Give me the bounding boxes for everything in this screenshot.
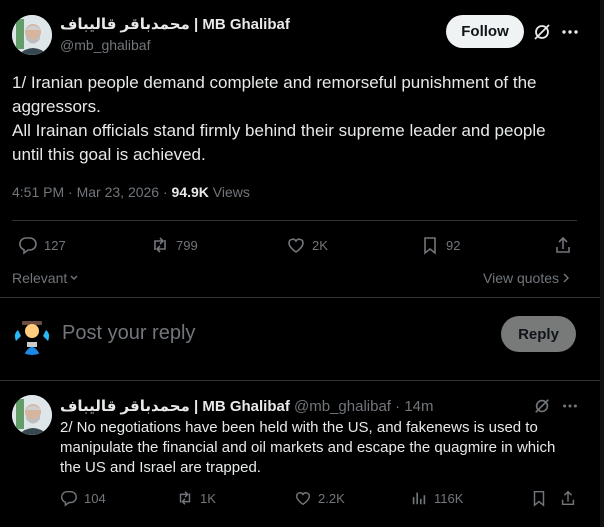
bookmark-action[interactable]: 92 [420,235,460,255]
reply-icon [18,235,38,255]
divider [0,380,600,381]
my-avatar[interactable] [12,315,52,355]
reply-grok-icon[interactable] [533,397,551,415]
repost-icon [150,235,170,255]
like-count: 2K [312,237,328,253]
follow-button[interactable]: Follow [446,15,524,48]
chevron-down-icon [69,273,79,283]
divider [12,220,577,221]
reply-text: 2/ No negotiations have been held with t… [60,418,590,478]
reply-text-line: manipulate the financial and oil markets… [60,439,556,456]
reply-author-avatar[interactable] [12,395,52,435]
post-text-line: until this goal is achieved. [12,145,206,164]
post-text-line: All Irainan officials stand firmly behin… [12,121,546,140]
more-options-icon[interactable] [561,22,579,42]
post-time[interactable]: 4:51 PM [12,184,64,200]
reply-like-action[interactable]: 2.2K [294,489,345,507]
reply-button[interactable]: Reply [501,316,576,352]
divider [0,297,600,298]
view-quotes-label: View quotes [483,270,560,286]
sort-relevant-dropdown[interactable]: Relevant [12,270,79,286]
like-action[interactable]: 2K [286,235,328,255]
reply-repost-action[interactable]: 1K [176,489,216,507]
reply-more-options-icon[interactable] [561,397,579,415]
post-text-line: 1/ Iranian people demand complete and re… [12,73,537,92]
share-action[interactable] [553,235,573,255]
heart-icon [294,489,312,507]
scrollbar[interactable] [600,0,604,527]
reply-share-action[interactable] [559,489,577,507]
views-count: 94.9K [171,184,209,200]
grok-icon[interactable] [532,22,552,42]
reply-header: محمدباقر قالیباف | MB Ghalibaf @mb_ghali… [60,398,434,415]
sort-label: Relevant [12,270,68,286]
reply-count: 104 [84,490,106,506]
reply-input[interactable]: Post your reply [62,322,195,345]
repost-action[interactable]: 799 [150,235,198,255]
bookmark-count: 92 [446,237,461,253]
reply-text-line: the US and Israel are trapped. [60,459,261,476]
reply-text-line: 2/ No negotiations have been held with t… [60,419,538,436]
analytics-icon [410,489,428,507]
post-meta: 4:51 PM · Mar 23, 2026 · 94.9K Views [12,184,250,200]
author-name[interactable]: محمدباقر قالیباف | MB Ghalibaf [60,15,290,33]
share-icon [553,235,573,255]
reply-action[interactable]: 127 [18,235,66,255]
post-text: 1/ Iranian people demand complete and re… [12,71,597,167]
bookmark-icon [530,489,548,507]
reply-views-action[interactable]: 116K [410,489,463,507]
bookmark-icon [420,235,440,255]
post-date[interactable]: Mar 23, 2026 [77,184,160,200]
chevron-right-icon [562,273,570,283]
author-avatar[interactable] [12,15,52,55]
view-quotes-link[interactable]: View quotes [483,270,570,286]
reply-author-name[interactable]: محمدباقر قالیباف | MB Ghalibaf [60,398,290,415]
repost-count: 1K [200,490,216,506]
reply-bookmark-action[interactable] [530,489,548,507]
repost-icon [176,489,194,507]
share-icon [559,489,577,507]
reply-time[interactable]: 14m [404,398,433,415]
views-count: 116K [434,490,464,506]
author-handle[interactable]: @mb_ghalibaf [60,37,151,53]
reply-author-handle[interactable]: @mb_ghalibaf [294,398,391,415]
like-count: 2.2K [318,490,345,506]
heart-icon [286,235,306,255]
reply-count: 127 [44,237,66,253]
views-label: Views [212,184,250,200]
reply-reply-action[interactable]: 104 [60,489,106,507]
reply-icon [60,489,78,507]
post-text-line: aggressors. [12,97,101,116]
repost-count: 799 [176,237,198,253]
